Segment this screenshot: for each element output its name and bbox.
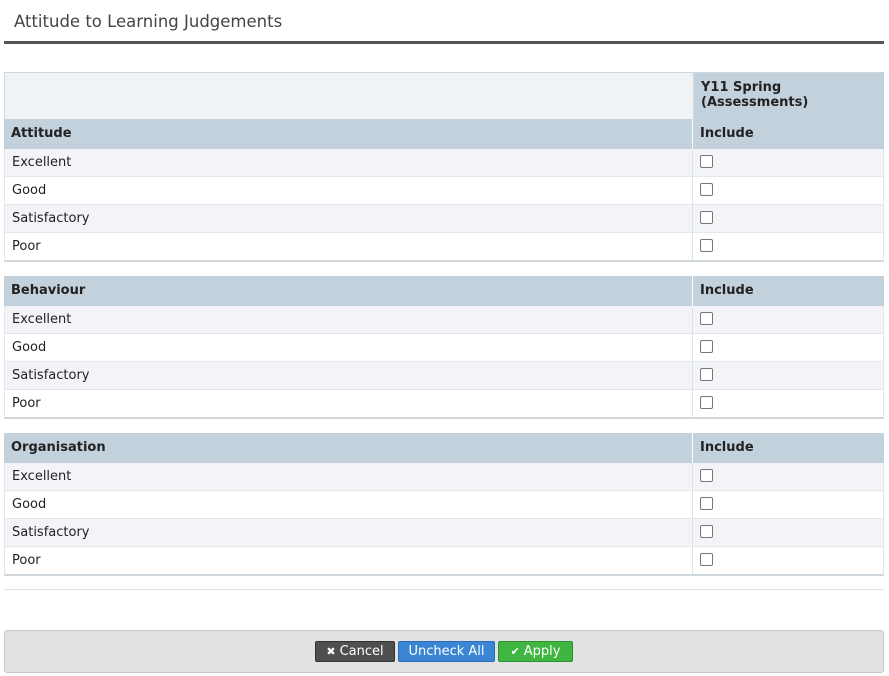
table-row: Good: [4, 334, 884, 362]
group-organisation: Organisation Include Excellent Good Sati…: [4, 433, 884, 576]
include-cell: [693, 390, 883, 417]
include-header: Include: [700, 283, 754, 298]
table-header-blank: [4, 73, 694, 119]
include-checkbox[interactable]: [700, 525, 713, 538]
include-cell: [693, 233, 883, 260]
apply-button[interactable]: ✔ Apply: [498, 641, 573, 662]
table-row: Satisfactory: [4, 519, 884, 547]
row-label: Good: [5, 177, 693, 204]
page-title: Attitude to Learning Judgements: [14, 12, 283, 31]
action-bar: ✖ Cancel Uncheck All ✔ Apply: [4, 630, 884, 673]
column-header-y11-spring: Y11 Spring (Assessments): [694, 73, 884, 119]
table-row: Good: [4, 177, 884, 205]
include-header: Include: [700, 440, 754, 455]
include-checkbox[interactable]: [700, 340, 713, 353]
include-cell: [693, 306, 883, 333]
row-label: Good: [5, 334, 693, 361]
include-cell: [693, 547, 883, 574]
row-label: Excellent: [5, 463, 693, 490]
row-label: Poor: [5, 390, 693, 417]
include-cell: [693, 463, 883, 490]
include-checkbox[interactable]: [700, 553, 713, 566]
include-checkbox[interactable]: [700, 497, 713, 510]
group-header: Organisation Include: [4, 433, 884, 463]
table-row: Poor: [4, 547, 884, 576]
group-header: Behaviour Include: [4, 276, 884, 306]
table-row: Excellent: [4, 149, 884, 177]
row-label: Excellent: [5, 149, 693, 176]
row-label: Excellent: [5, 306, 693, 333]
include-header: Include: [700, 126, 754, 141]
include-checkbox[interactable]: [700, 211, 713, 224]
include-checkbox[interactable]: [700, 155, 713, 168]
include-cell: [693, 177, 883, 204]
include-cell: [693, 205, 883, 232]
group-title: Behaviour: [4, 276, 693, 306]
row-label: Satisfactory: [5, 362, 693, 389]
include-checkbox[interactable]: [700, 396, 713, 409]
table-end-divider: [4, 589, 884, 590]
group-header: Attitude Include: [4, 119, 884, 149]
group-attitude: Attitude Include Excellent Good Satisfac…: [4, 119, 884, 262]
group-title: Attitude: [4, 119, 693, 149]
include-cell: [693, 334, 883, 361]
group-behaviour: Behaviour Include Excellent Good Satisfa…: [4, 276, 884, 419]
include-checkbox[interactable]: [700, 368, 713, 381]
cancel-label: Cancel: [339, 644, 384, 659]
table-header-row: Y11 Spring (Assessments): [4, 72, 884, 119]
include-checkbox[interactable]: [700, 239, 713, 252]
apply-label: Apply: [523, 644, 561, 659]
table-row: Excellent: [4, 463, 884, 491]
cancel-button[interactable]: ✖ Cancel: [315, 641, 395, 662]
table-row: Good: [4, 491, 884, 519]
include-cell: [693, 491, 883, 518]
include-checkbox[interactable]: [700, 469, 713, 482]
include-checkbox[interactable]: [700, 183, 713, 196]
page-header: Attitude to Learning Judgements: [4, 0, 884, 44]
row-label: Good: [5, 491, 693, 518]
row-label: Poor: [5, 547, 693, 574]
include-cell: [693, 519, 883, 546]
row-label: Satisfactory: [5, 205, 693, 232]
group-title: Organisation: [4, 433, 693, 463]
table-row: Excellent: [4, 306, 884, 334]
close-icon: ✖: [326, 645, 336, 658]
judgements-table: Y11 Spring (Assessments) Attitude Includ…: [4, 72, 884, 590]
row-label: Satisfactory: [5, 519, 693, 546]
table-row: Poor: [4, 233, 884, 262]
table-row: Satisfactory: [4, 205, 884, 233]
include-cell: [693, 149, 883, 176]
table-row: Poor: [4, 390, 884, 419]
table-row: Satisfactory: [4, 362, 884, 390]
include-cell: [693, 362, 883, 389]
checkmark-icon: ✔: [510, 645, 520, 658]
uncheck-all-button[interactable]: Uncheck All: [398, 641, 495, 662]
uncheck-all-label: Uncheck All: [408, 644, 485, 659]
row-label: Poor: [5, 233, 693, 260]
include-checkbox[interactable]: [700, 312, 713, 325]
